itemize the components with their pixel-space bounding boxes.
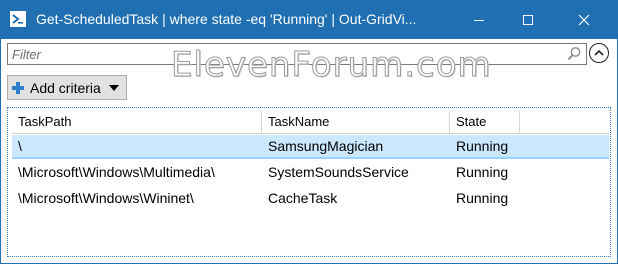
- maximize-icon: [523, 15, 533, 25]
- cell-taskpath: \Microsoft\Windows\Wininet\: [18, 190, 194, 206]
- close-icon: [578, 14, 590, 26]
- watermark: ElevenForum.com: [171, 45, 492, 86]
- cell-taskname: SamsungMagician: [268, 138, 384, 154]
- add-criteria-button[interactable]: Add criteria: [7, 75, 127, 100]
- column-header-taskname[interactable]: TaskName: [262, 111, 450, 133]
- cell-taskpath: \Microsoft\Windows\Multimedia\: [18, 164, 215, 180]
- grid-header: TaskPath TaskName State: [12, 111, 609, 134]
- cell-taskname: SystemSoundsService: [268, 164, 409, 180]
- minimize-button[interactable]: [456, 1, 502, 39]
- window-title: Get-ScheduledTask | where state -eq 'Run…: [36, 11, 417, 27]
- cell-taskpath: \: [18, 138, 22, 154]
- table-row[interactable]: \Microsoft\Windows\Multimedia\ SystemSou…: [12, 161, 609, 185]
- add-criteria-label: Add criteria: [30, 79, 101, 96]
- collapse-criteria-button[interactable]: [589, 43, 609, 63]
- cell-state: Running: [456, 164, 509, 180]
- table-row[interactable]: \Microsoft\Windows\Wininet\ CacheTask Ru…: [12, 187, 609, 211]
- column-header-state[interactable]: State: [450, 111, 520, 133]
- results-grid: TaskPath TaskName State \ SamsungMagicia…: [7, 107, 611, 257]
- cell-state: Running: [456, 190, 509, 206]
- table-row[interactable]: \ SamsungMagician Running: [12, 135, 609, 159]
- dropdown-arrow-icon: [108, 84, 119, 91]
- collapse-chevron-icon: [594, 49, 604, 56]
- search-icon[interactable]: [566, 46, 582, 62]
- column-header-empty[interactable]: [520, 111, 609, 133]
- plus-icon: [12, 81, 24, 94]
- cell-state: Running: [456, 138, 509, 154]
- powershell-icon: [10, 11, 26, 27]
- column-header-taskpath[interactable]: TaskPath: [12, 111, 262, 133]
- minimize-icon: [474, 20, 484, 21]
- grid-view-window: Get-ScheduledTask | where state -eq 'Run…: [0, 0, 618, 264]
- selection-underline: [12, 157, 609, 159]
- cell-taskname: CacheTask: [268, 190, 338, 206]
- close-button[interactable]: [561, 1, 607, 39]
- maximize-button[interactable]: [505, 1, 551, 39]
- title-bar[interactable]: Get-ScheduledTask | where state -eq 'Run…: [1, 1, 617, 39]
